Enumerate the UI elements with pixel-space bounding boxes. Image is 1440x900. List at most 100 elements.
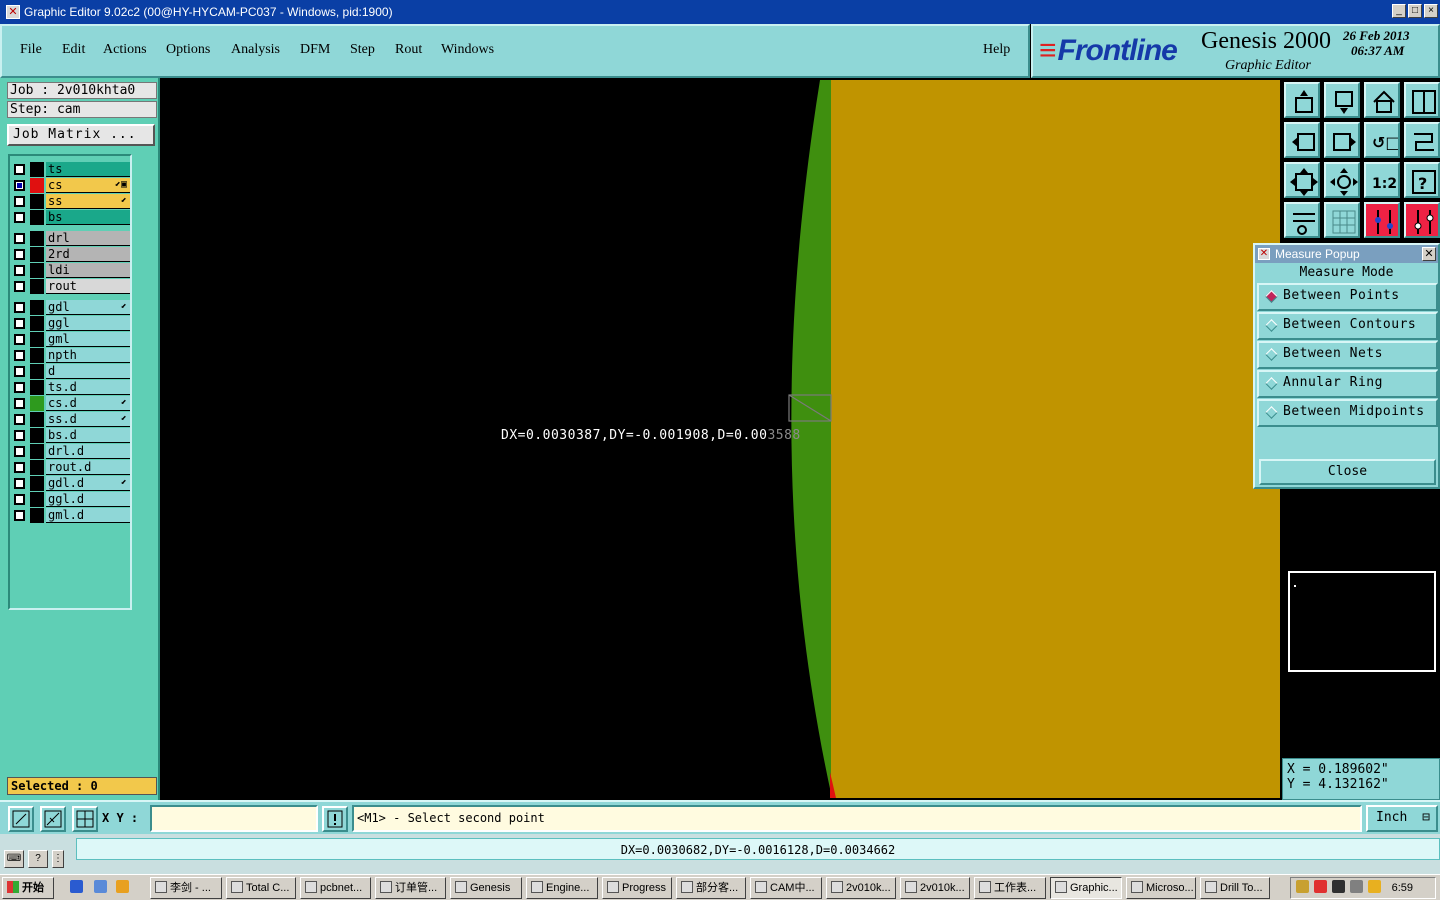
- menu-actions[interactable]: Actions: [103, 42, 147, 58]
- layer-color-swatch[interactable]: [30, 412, 44, 427]
- layer-name[interactable]: gdl ⬋: [46, 300, 130, 315]
- taskbar-item[interactable]: 工作表...: [974, 877, 1046, 899]
- layer-checkbox[interactable]: [14, 281, 25, 292]
- menu-help[interactable]: Help: [983, 42, 1010, 58]
- layer-checkbox[interactable]: [14, 446, 25, 457]
- layer-color-swatch[interactable]: [30, 263, 44, 278]
- close-icon[interactable]: ✕: [1422, 247, 1436, 261]
- layer-checkbox[interactable]: [14, 510, 25, 521]
- layer-color-swatch[interactable]: [30, 348, 44, 363]
- quicklaunch-ie-icon[interactable]: [70, 880, 83, 893]
- taskbar-item[interactable]: Drill To...: [1200, 877, 1270, 899]
- layer-color-swatch[interactable]: [30, 492, 44, 507]
- layer-name[interactable]: rout.d: [46, 460, 130, 475]
- more-icon[interactable]: ⋮: [52, 850, 64, 868]
- job-matrix-button[interactable]: Job Matrix ...: [7, 124, 155, 146]
- zoom-in-button[interactable]: [1284, 82, 1320, 118]
- layer-row-bs[interactable]: bs: [12, 210, 130, 225]
- layer-row-d[interactable]: d: [12, 364, 130, 379]
- menu-analysis[interactable]: Analysis: [231, 42, 280, 58]
- layer-checkbox[interactable]: [14, 430, 25, 441]
- maximize-button[interactable]: □: [1408, 4, 1422, 18]
- grid-tool-button[interactable]: [72, 806, 98, 832]
- layer-color-swatch[interactable]: [30, 178, 44, 193]
- layer-row-2rd[interactable]: 2rd: [12, 247, 130, 262]
- measure-option-between-points[interactable]: Between Points: [1257, 283, 1438, 311]
- close-window-button[interactable]: ×: [1424, 4, 1438, 18]
- taskbar-item[interactable]: Progress: [602, 877, 672, 899]
- layer-name[interactable]: gml: [46, 332, 130, 347]
- layer-checkbox[interactable]: [14, 302, 25, 313]
- layer-name[interactable]: ggl: [46, 316, 130, 331]
- unit-selector[interactable]: Inch ⊟: [1366, 805, 1438, 832]
- layer-name[interactable]: drl: [46, 231, 130, 246]
- taskbar-item[interactable]: Engine...: [526, 877, 598, 899]
- taskbar-item[interactable]: Microso...: [1126, 877, 1196, 899]
- layer-color-swatch[interactable]: [30, 162, 44, 177]
- layer-row-drl[interactable]: drl: [12, 231, 130, 246]
- layer-row-gml-d[interactable]: gml.d: [12, 508, 130, 523]
- layer-checkbox[interactable]: [14, 212, 25, 223]
- help-question-icon[interactable]: ?: [28, 850, 48, 868]
- redo-button[interactable]: [1404, 122, 1440, 158]
- layer-color-swatch[interactable]: [30, 194, 44, 209]
- menu-options[interactable]: Options: [166, 42, 210, 58]
- layer-name[interactable]: ss ⬋: [46, 194, 130, 209]
- xy-input[interactable]: [150, 805, 318, 832]
- layer-name[interactable]: ldi: [46, 263, 130, 278]
- layer-checkbox[interactable]: [14, 462, 25, 473]
- layer-color-swatch[interactable]: [30, 444, 44, 459]
- layer-row-rout[interactable]: rout: [12, 279, 130, 294]
- layer-color-swatch[interactable]: [30, 380, 44, 395]
- layer-color-swatch[interactable]: [30, 508, 44, 523]
- layer-name[interactable]: bs: [46, 210, 130, 225]
- layer-name[interactable]: gml.d: [46, 508, 130, 523]
- taskbar-item[interactable]: pcbnet...: [300, 877, 371, 899]
- layer-color-swatch[interactable]: [30, 300, 44, 315]
- layer-color-swatch[interactable]: [30, 231, 44, 246]
- layer-row-npth[interactable]: npth: [12, 348, 130, 363]
- measure-option-between-contours[interactable]: Between Contours: [1257, 312, 1438, 340]
- layer-checkbox[interactable]: [14, 196, 25, 207]
- split-view-button[interactable]: [1404, 82, 1440, 118]
- layer-name[interactable]: 2rd: [46, 247, 130, 262]
- overview-map[interactable]: [1288, 571, 1436, 672]
- layer-color-swatch[interactable]: [30, 476, 44, 491]
- one-to-one-button[interactable]: 1:2: [1364, 162, 1400, 198]
- pan-right-button[interactable]: [1324, 122, 1360, 158]
- taskbar-item[interactable]: CAM中...: [750, 877, 822, 899]
- pan-left-button[interactable]: [1284, 122, 1320, 158]
- taskbar-item[interactable]: 部分客...: [676, 877, 746, 899]
- layer-row-cs-d[interactable]: cs.d ⬋: [12, 396, 130, 411]
- snap-button[interactable]: [1364, 202, 1400, 238]
- alert-button[interactable]: [322, 806, 348, 832]
- layer-color-swatch[interactable]: [30, 396, 44, 411]
- layer-color-swatch[interactable]: [30, 316, 44, 331]
- layer-checkbox[interactable]: [14, 414, 25, 425]
- layer-checkbox[interactable]: [14, 334, 25, 345]
- taskbar-item[interactable]: 2v010k...: [900, 877, 970, 899]
- taskbar-item[interactable]: Genesis: [450, 877, 522, 899]
- layer-name[interactable]: ggl.d: [46, 492, 130, 507]
- layer-checkbox[interactable]: [14, 318, 25, 329]
- layer-checkbox[interactable]: [14, 164, 25, 175]
- layer-name[interactable]: ts: [46, 162, 130, 177]
- layer-name[interactable]: bs.d: [46, 428, 130, 443]
- layer-name[interactable]: d: [46, 364, 130, 379]
- measure-tool-button[interactable]: [40, 806, 66, 832]
- layer-checkbox[interactable]: [14, 350, 25, 361]
- layer-row-rout-d[interactable]: rout.d: [12, 460, 130, 475]
- layer-row-ldi[interactable]: ldi: [12, 263, 130, 278]
- layer-checkbox[interactable]: [14, 366, 25, 377]
- graphic-canvas[interactable]: DX=0.0030387,DY=-0.001908,D=0.003588: [160, 80, 1280, 798]
- layer-row-ts-d[interactable]: ts.d: [12, 380, 130, 395]
- measure-option-between-midpoints[interactable]: Between Midpoints: [1257, 399, 1438, 427]
- grid-button[interactable]: [1324, 202, 1360, 238]
- menu-windows[interactable]: Windows: [441, 42, 494, 58]
- zoom-out-button[interactable]: [1324, 82, 1360, 118]
- minimize-button[interactable]: _: [1392, 4, 1406, 18]
- layer-row-ts[interactable]: ts: [12, 162, 130, 177]
- layer-color-swatch[interactable]: [30, 332, 44, 347]
- select-tool-button[interactable]: [8, 806, 34, 832]
- layer-checkbox[interactable]: [14, 180, 25, 191]
